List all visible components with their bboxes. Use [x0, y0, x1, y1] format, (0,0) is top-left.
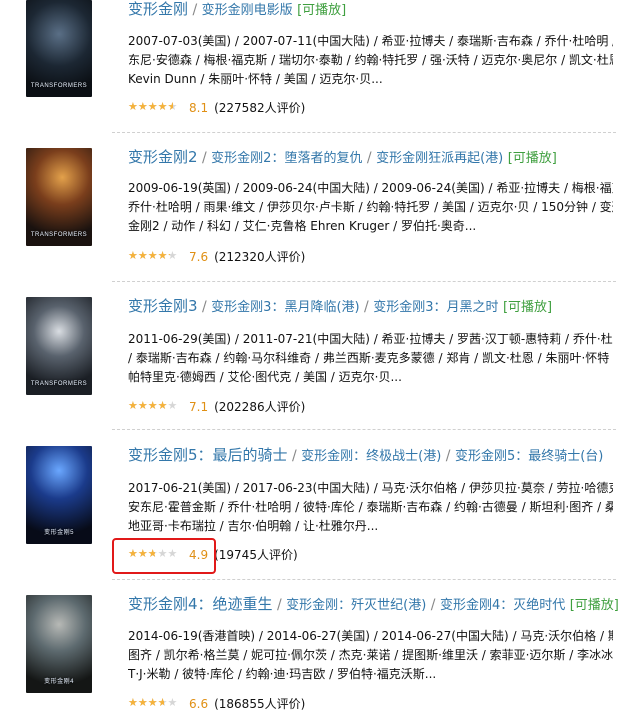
- movie-meta: 2017-06-21(美国) / 2017-06-23(中国大陆) / 马克·沃…: [128, 479, 613, 536]
- movie-title-link[interactable]: 变形金刚2: [128, 148, 198, 166]
- meta-line: 地亚哥·卡布瑞拉 / 吉尔·伯明翰 / 让·杜雅尔丹...: [128, 519, 379, 533]
- meta-line: 安东尼·霍普金斯 / 乔什·杜哈明 / 彼特·库伦 / 泰瑞斯·吉布森 / 约翰…: [128, 500, 613, 514]
- rating-score: 7.1: [189, 400, 209, 414]
- movie-title: 变形金刚3 / 变形金刚3：黑月降临(港) / 变形金刚3：月黑之时 [可播放]: [128, 297, 553, 315]
- alt-title: 变形金刚狂派再起(港): [376, 151, 504, 166]
- divider: [112, 132, 616, 133]
- movie-title-link[interactable]: 变形金刚4：绝迹重生: [128, 595, 273, 613]
- rating-row: ★★★★★★★★★★ 7.6 (212320人评价): [128, 249, 305, 265]
- meta-line: 2014-06-19(香港首映) / 2014-06-27(美国) / 2014…: [128, 629, 613, 643]
- poster-title-text: 变形金刚4: [44, 679, 74, 685]
- meta-line: 金刚2 / 动作 / 科幻 / 艾仁·克鲁格 Ehren Kruger / 罗伯…: [128, 219, 477, 233]
- rating-row: ★★★★★★★★★★ 6.6 (186855人评价): [128, 696, 305, 712]
- movie-title: 变形金刚 / 变形金刚电影版 [可播放]: [128, 0, 347, 18]
- movie-title-link[interactable]: 变形金刚: [128, 0, 188, 18]
- alt-title: 变形金刚：终极战士(港): [301, 449, 442, 464]
- alt-title: 变形金刚：歼灭世纪(港): [286, 598, 427, 613]
- movie-title-link[interactable]: 变形金刚5：最后的骑士: [128, 446, 288, 464]
- movie-title: 变形金刚5：最后的骑士 / 变形金刚：终极战士(港) / 变形金刚5：最终骑士(…: [128, 446, 604, 464]
- alt-title: 变形金刚2：堕落者的复仇: [211, 151, 363, 166]
- meta-line: 2017-06-21(美国) / 2017-06-23(中国大陆) / 马克·沃…: [128, 481, 613, 495]
- meta-line: 图齐 / 凯尔希·格兰莫 / 妮可拉·佩尔茨 / 杰克·莱诺 / 提图斯·维里沃…: [128, 648, 613, 662]
- poster-title-text: TRANSFORMERS: [30, 83, 88, 89]
- playable-badge[interactable]: [可播放]: [508, 151, 557, 166]
- movie-title: 变形金刚4：绝迹重生 / 变形金刚：歼灭世纪(港) / 变形金刚4：灭绝时代 […: [128, 595, 619, 613]
- poster-title-text: 变形金刚5: [44, 530, 74, 536]
- rating-stars: ★★★★★★★★★★: [128, 399, 178, 412]
- rating-stars: ★★★★★★★★★★: [128, 100, 178, 113]
- rating-score: 8.1: [189, 101, 209, 115]
- rating-count: (212320人评价): [214, 250, 306, 264]
- meta-line: 东尼·安德森 / 梅根·福克斯 / 瑞切尔·泰勒 / 约翰·特托罗 / 强·沃特…: [128, 53, 613, 67]
- movie-title-link[interactable]: 变形金刚3: [128, 297, 198, 315]
- movie-title: 变形金刚2 / 变形金刚2：堕落者的复仇 / 变形金刚狂派再起(港) [可播放]: [128, 148, 557, 166]
- movie-meta: 2009-06-19(英国) / 2009-06-24(中国大陆) / 2009…: [128, 179, 613, 236]
- movie-meta: 2014-06-19(香港首映) / 2014-06-27(美国) / 2014…: [128, 627, 613, 684]
- rating-count: (202286人评价): [214, 400, 306, 414]
- rating-count: (186855人评价): [214, 697, 306, 711]
- movie-poster[interactable]: 变形金刚4: [26, 595, 92, 693]
- meta-line: 2009-06-19(英国) / 2009-06-24(中国大陆) / 2009…: [128, 181, 613, 195]
- rating-score: 7.6: [189, 250, 209, 264]
- poster-title-text: TRANSFORMERS: [30, 232, 88, 238]
- rating-score: 6.6: [189, 697, 209, 711]
- meta-line: 帕特里克·德姆西 / 艾伦·图代克 / 美国 / 迈克尔·贝...: [128, 370, 402, 384]
- rating-count: (227582人评价): [214, 101, 306, 115]
- movie-poster[interactable]: TRANSFORMERS: [26, 297, 92, 395]
- alt-title: 变形金刚4：灭绝时代: [439, 598, 566, 613]
- alt-title: 变形金刚3：月黑之时: [373, 300, 499, 315]
- movie-meta: 2011-06-29(美国) / 2011-07-21(中国大陆) / 希亚·拉…: [128, 330, 613, 387]
- divider: [112, 429, 616, 430]
- meta-line: Kevin Dunn / 朱丽叶·怀特 / 美国 / 迈克尔·贝...: [128, 72, 383, 86]
- playable-badge[interactable]: [可播放]: [503, 300, 552, 315]
- divider: [112, 281, 616, 282]
- meta-line: / 泰瑞斯·吉布森 / 约翰·马尔科维奇 / 弗兰西斯·麦克多蒙德 / 郑肯 /…: [128, 351, 613, 365]
- highlight-box: [112, 538, 216, 574]
- meta-line: 2007-07-03(美国) / 2007-07-11(中国大陆) / 希亚·拉…: [128, 34, 613, 48]
- rating-stars: ★★★★★★★★★★: [128, 249, 178, 262]
- alt-title: 变形金刚5：最终骑士(台): [454, 449, 604, 464]
- meta-line: T·J·米勒 / 彼特·库伦 / 约翰·迪·玛吉欧 / 罗伯特·福克沃斯...: [128, 667, 437, 681]
- poster-title-text: TRANSFORMERS: [30, 381, 88, 387]
- alt-title: 变形金刚电影版: [201, 3, 293, 18]
- rating-row: ★★★★★★★★★★ 7.1 (202286人评价): [128, 399, 305, 415]
- alt-title: 变形金刚3：黑月降临(港): [211, 300, 360, 315]
- divider: [112, 579, 616, 580]
- rating-stars: ★★★★★★★★★★: [128, 696, 178, 709]
- meta-line: 乔什·杜哈明 / 雨果·维文 / 伊莎贝尔·卢卡斯 / 约翰·特托罗 / 美国 …: [128, 200, 613, 214]
- rating-row: ★★★★★ ★★★★★ 8.1 (227582人评价): [128, 100, 305, 116]
- movie-poster[interactable]: 变形金刚5: [26, 446, 92, 544]
- movie-meta: 2007-07-03(美国) / 2007-07-11(中国大陆) / 希亚·拉…: [128, 32, 613, 89]
- movie-poster[interactable]: TRANSFORMERS: [26, 148, 92, 246]
- rating-count: (19745人评价): [214, 548, 298, 562]
- meta-line: 2011-06-29(美国) / 2011-07-21(中国大陆) / 希亚·拉…: [128, 332, 613, 346]
- playable-badge[interactable]: [可播放]: [570, 598, 619, 613]
- playable-badge[interactable]: [可播放]: [297, 3, 346, 18]
- movie-poster[interactable]: TRANSFORMERS: [26, 0, 92, 97]
